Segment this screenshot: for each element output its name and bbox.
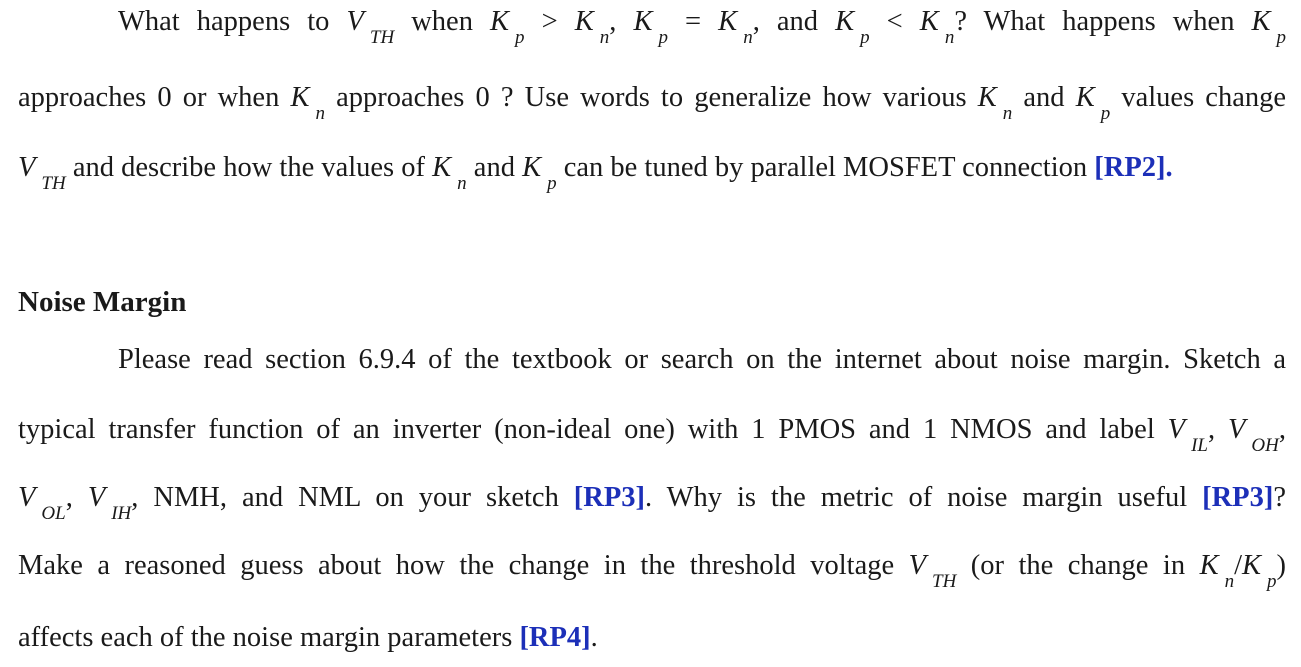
section-line2: typical transfer function of an inverter… <box>18 414 1286 456</box>
reference-tag-rp3-second: [RP3] <box>1202 482 1274 513</box>
section-line1: Please read section 6.9.4 of the textboo… <box>118 344 1286 375</box>
reference-tag-rp2: [RP2]. <box>1094 152 1173 183</box>
section-line3: VOL, VIH, NMH, and NML on your sketch [R… <box>18 482 1286 524</box>
paragraph1-line1: What happens to VTH when Kp > Kn, Kp = K… <box>118 6 1287 48</box>
section-heading: Noise Margin <box>18 286 187 318</box>
section-line5: affects each of the noise margin paramet… <box>18 622 598 653</box>
section-line4: Make a reasoned guess about how the chan… <box>18 550 1287 592</box>
paragraph1-line2: approaches 0 or when Kn approaches 0 ? U… <box>18 82 1286 124</box>
math-v: V <box>346 6 364 37</box>
reference-tag-rp4: [RP4] <box>519 622 591 653</box>
reference-tag-rp3: [RP3] <box>573 482 646 513</box>
paragraph1-line3: VTH and describe how the values of Kn an… <box>18 152 1173 194</box>
